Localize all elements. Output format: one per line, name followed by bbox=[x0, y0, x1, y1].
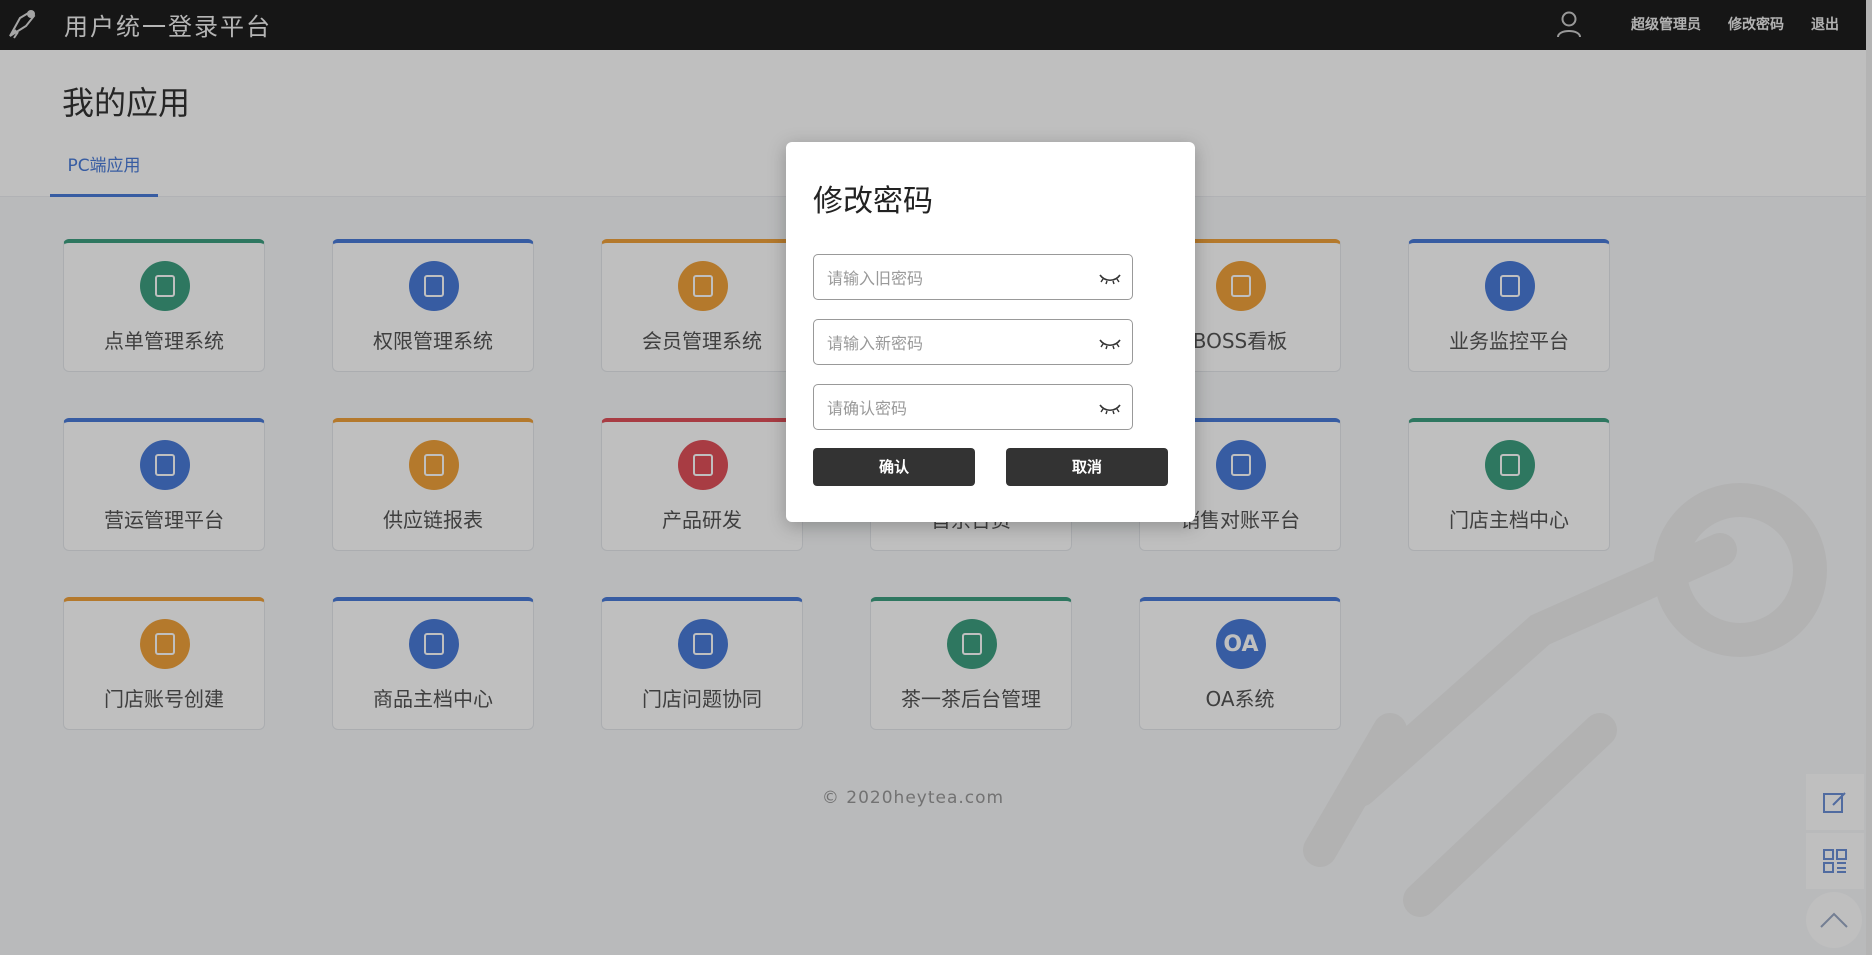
eye-closed-icon[interactable] bbox=[1098, 400, 1122, 416]
cancel-button[interactable]: 取消 bbox=[1006, 448, 1168, 486]
old-password-field[interactable] bbox=[813, 254, 1133, 301]
confirm-button[interactable]: 确认 bbox=[813, 448, 975, 486]
new-password-input[interactable] bbox=[825, 320, 1099, 366]
dialog-title: 修改密码 bbox=[813, 184, 933, 219]
confirm-password-field[interactable] bbox=[813, 384, 1133, 431]
eye-closed-icon[interactable] bbox=[1098, 335, 1122, 351]
old-password-input[interactable] bbox=[825, 255, 1099, 301]
eye-closed-icon[interactable] bbox=[1098, 270, 1122, 286]
confirm-password-input[interactable] bbox=[825, 385, 1099, 431]
change-password-dialog: 修改密码 确认 取消 bbox=[786, 142, 1195, 522]
new-password-field[interactable] bbox=[813, 319, 1133, 366]
